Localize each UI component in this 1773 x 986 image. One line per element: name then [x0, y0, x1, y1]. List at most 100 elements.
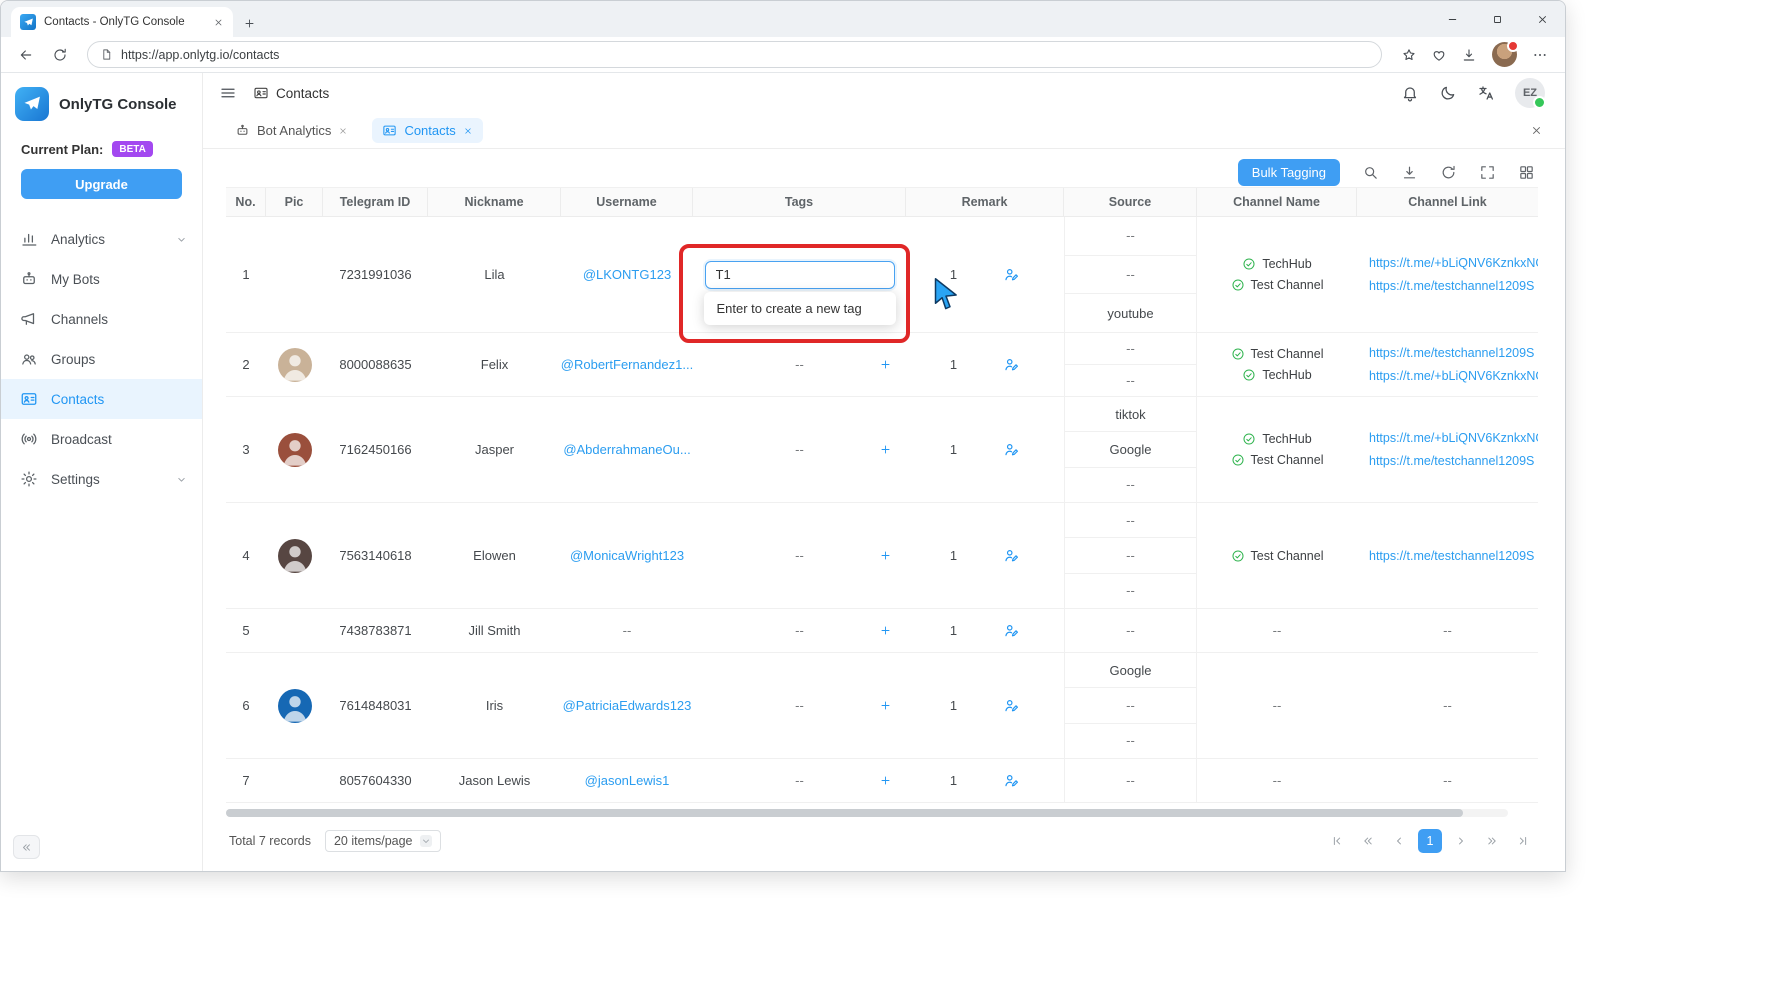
contacts-icon [253, 85, 269, 101]
add-tag-button[interactable] [879, 443, 892, 456]
contact-avatar [278, 433, 312, 467]
page-size-select[interactable]: 20 items/page [325, 830, 441, 852]
page-prev-icon[interactable] [1387, 829, 1411, 853]
page-first-icon[interactable] [1325, 829, 1349, 853]
cell-username: @LKONTG123 [561, 217, 693, 332]
hamburger-menu-icon[interactable] [219, 84, 237, 102]
edit-contact-icon[interactable] [1003, 356, 1020, 373]
new-tab-button[interactable] [243, 17, 256, 30]
user-avatar[interactable]: EZ [1515, 78, 1545, 108]
sidebar-item-label: My Bots [51, 272, 100, 287]
cell-nickname: Jason Lewis [428, 759, 561, 802]
channel-link[interactable]: https://t.me/+bLiQNV6KznkxNGY [1369, 369, 1538, 383]
browser-menu-icon[interactable] [1525, 41, 1555, 69]
sidebar-item-groups[interactable]: Groups [1, 339, 202, 379]
sidebar-nav: Analytics My Bots ChannelsGroupsContactsBr… [1, 219, 202, 499]
maximize-button[interactable] [1475, 1, 1520, 37]
address-bar[interactable]: https://app.onlytg.io/contacts [87, 41, 1382, 68]
tab-close-icon[interactable] [463, 126, 473, 136]
page-1-button[interactable]: 1 [1418, 829, 1442, 853]
sidebar-item-contacts[interactable]: Contacts [1, 379, 202, 419]
add-tag-button[interactable] [879, 358, 892, 371]
column-header-source: Source [1064, 188, 1197, 216]
username-link[interactable]: @jasonLewis1 [585, 773, 670, 788]
add-tag-button[interactable] [879, 774, 892, 787]
page-next-icon[interactable] [1449, 829, 1473, 853]
upgrade-button[interactable]: Upgrade [21, 169, 182, 199]
add-tag-button[interactable] [879, 549, 892, 562]
channel-link[interactable]: https://t.me/testchannel1209S [1369, 454, 1534, 468]
channel-link[interactable]: https://t.me/testchannel1209S [1369, 346, 1534, 360]
tab-close-icon[interactable] [338, 126, 348, 136]
tab-contacts[interactable]: Contacts [372, 118, 482, 143]
notifications-bell-icon[interactable] [1401, 84, 1419, 102]
tab-bot-analytics[interactable]: Bot Analytics [225, 118, 358, 143]
export-icon[interactable] [1401, 164, 1418, 181]
sidebar-item-settings[interactable]: Settings [1, 459, 202, 499]
close-button[interactable] [1520, 1, 1565, 37]
cell-pic [266, 653, 323, 758]
sidebar-collapse-button[interactable] [13, 835, 40, 859]
cell-pic [266, 333, 323, 396]
page-prev5-icon[interactable] [1356, 829, 1380, 853]
url-text: https://app.onlytg.io/contacts [121, 48, 279, 62]
minimize-button[interactable] [1430, 1, 1475, 37]
browser-essentials-icon[interactable] [1424, 41, 1454, 69]
theme-moon-icon[interactable] [1439, 84, 1457, 102]
page-last-icon[interactable] [1511, 829, 1535, 853]
cell-source: -- [1064, 609, 1197, 652]
username-link[interactable]: @LKONTG123 [583, 267, 671, 282]
horizontal-scrollbar[interactable] [226, 809, 1508, 817]
channel-link[interactable]: https://t.me/testchannel1209S [1369, 279, 1534, 293]
browser-tab[interactable]: Contacts - OnlyTG Console [11, 7, 233, 37]
sidebar-item-broadcast[interactable]: Broadcast [1, 419, 202, 459]
channel-link[interactable]: https://t.me/testchannel1209S [1369, 549, 1534, 563]
username-link[interactable]: @RobertFernandez1... [561, 357, 693, 372]
page-next5-icon[interactable] [1480, 829, 1504, 853]
check-circle-icon [1231, 453, 1245, 467]
bulk-tagging-button[interactable]: Bulk Tagging [1238, 159, 1340, 186]
reload-icon[interactable] [45, 41, 75, 69]
fullscreen-icon[interactable] [1479, 164, 1496, 181]
back-icon[interactable] [11, 41, 41, 69]
add-tag-button[interactable] [879, 699, 892, 712]
bookmark-star-icon[interactable] [1394, 41, 1424, 69]
username-link[interactable]: @AbderrahmaneOu... [563, 442, 690, 457]
tag-input[interactable] [705, 261, 895, 289]
edit-contact-icon[interactable] [1003, 266, 1020, 283]
column-settings-icon[interactable] [1518, 164, 1535, 181]
username-link[interactable]: @PatriciaEdwards123 [563, 698, 692, 713]
channel-name: Test Channel [1231, 453, 1324, 467]
sidebar-item-analytics[interactable]: Analytics [1, 219, 202, 259]
edit-contact-icon[interactable] [1003, 622, 1020, 639]
sidebar-item-channels[interactable]: Channels [1, 299, 202, 339]
edit-contact-icon[interactable] [1003, 547, 1020, 564]
sidebar-item-my-bots[interactable]: My Bots [1, 259, 202, 299]
column-header-remark: Remark [906, 188, 1064, 216]
cell-remark: 1 [906, 397, 1064, 502]
cell-no: 1 [226, 217, 266, 332]
translate-icon[interactable] [1477, 84, 1495, 102]
channel-link[interactable]: https://t.me/+bLiQNV6KznkxNGY [1369, 431, 1538, 445]
cell-tags: -- [693, 503, 906, 608]
browser-profile-avatar[interactable] [1492, 42, 1517, 67]
add-tag-button[interactable] [879, 624, 892, 637]
contacts-table: No.PicTelegram IDNicknameUsernameTagsRem… [226, 187, 1538, 803]
cell-channel-name: -- [1197, 653, 1357, 758]
channel-link[interactable]: https://t.me/+bLiQNV6KznkxNGY [1369, 256, 1538, 270]
cell-channel-link: -- [1357, 653, 1538, 758]
scrollbar-thumb[interactable] [226, 809, 1463, 817]
edit-contact-icon[interactable] [1003, 697, 1020, 714]
tag-dropdown-hint[interactable]: Enter to create a new tag [704, 292, 896, 325]
chevron-down-icon [175, 233, 188, 246]
refresh-icon[interactable] [1440, 164, 1457, 181]
downloads-icon[interactable] [1454, 41, 1484, 69]
panel-close-icon[interactable] [1530, 124, 1543, 137]
app: OnlyTG Console Current Plan: BETA Upgrad… [1, 73, 1565, 871]
edit-contact-icon[interactable] [1003, 772, 1020, 789]
edit-contact-icon[interactable] [1003, 441, 1020, 458]
username-link[interactable]: @MonicaWright123 [570, 548, 684, 563]
tab-close-icon[interactable] [213, 17, 224, 28]
search-icon[interactable] [1362, 164, 1379, 181]
cell-source: ---- [1064, 333, 1197, 396]
